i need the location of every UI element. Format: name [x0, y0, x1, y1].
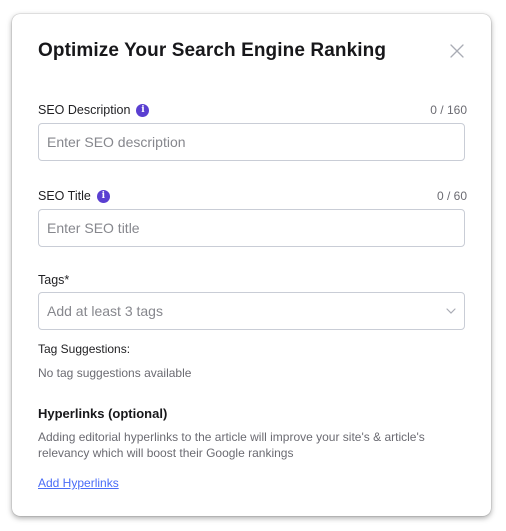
- tags-placeholder: Add at least 3 tags: [47, 303, 163, 319]
- seo-description-counter: 0 / 160: [430, 103, 467, 117]
- add-hyperlinks-link[interactable]: Add Hyperlinks: [38, 476, 119, 490]
- close-icon: [450, 44, 464, 58]
- tag-suggestions-heading: Tag Suggestions:: [38, 342, 131, 356]
- seo-title-input[interactable]: [38, 209, 465, 247]
- seo-description-label: SEO Description i: [38, 103, 150, 117]
- seo-title-label-row: SEO Title i 0 / 60: [38, 189, 467, 203]
- tags-label: Tags*: [38, 273, 70, 287]
- tags-select[interactable]: Add at least 3 tags: [38, 292, 465, 330]
- modal-title: Optimize Your Search Engine Ranking: [38, 40, 387, 61]
- seo-description-input[interactable]: [38, 123, 465, 161]
- seo-title-counter: 0 / 60: [436, 189, 467, 203]
- info-icon[interactable]: i: [136, 103, 150, 117]
- tag-suggestions-empty: No tag suggestions available: [38, 366, 192, 380]
- seo-modal: Optimize Your Search Engine Ranking SEO …: [12, 14, 491, 516]
- seo-title-label: SEO Title i: [38, 189, 110, 203]
- hyperlinks-heading: Hyperlinks (optional): [38, 406, 168, 421]
- chevron-down-icon: [446, 308, 456, 314]
- seo-description-label-row: SEO Description i 0 / 160: [38, 103, 467, 117]
- tags-label-row: Tags*: [38, 273, 467, 287]
- info-icon[interactable]: i: [96, 189, 110, 203]
- hyperlinks-description: Adding editorial hyperlinks to the artic…: [38, 430, 425, 460]
- close-button[interactable]: [448, 42, 466, 60]
